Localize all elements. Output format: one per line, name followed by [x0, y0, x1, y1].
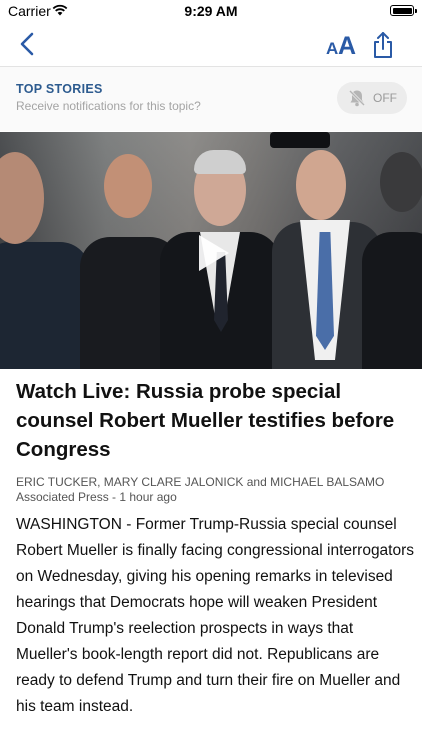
person-hair [194, 150, 246, 174]
text-size-small-icon: A [326, 39, 339, 58]
person-head [104, 154, 152, 218]
topic-title: TOP STORIES [16, 82, 103, 96]
battery-icon [390, 5, 417, 16]
notification-toggle[interactable]: OFF [337, 82, 407, 114]
person-head [296, 150, 346, 220]
article-body: WASHINGTON - Former Trump-Russia special… [16, 516, 415, 715]
article-video[interactable] [0, 132, 422, 369]
article-source-time: Associated Press - 1 hour ago [16, 490, 177, 504]
share-icon[interactable] [371, 30, 395, 60]
nav-bar: A A [0, 24, 422, 67]
back-chevron-icon[interactable] [14, 30, 42, 58]
article-authors: ERIC TUCKER, MARY CLARE JALONICK and MIC… [16, 475, 385, 489]
officer-cap [270, 132, 330, 148]
person-figure [0, 242, 90, 369]
bell-off-icon [348, 89, 366, 107]
text-size-large-icon: A [338, 32, 357, 60]
topic-notification-row: TOP STORIES Receive notifications for th… [0, 67, 422, 131]
article-byline: ERIC TUCKER, MARY CLARE JALONICK and MIC… [16, 475, 416, 505]
person-figure [362, 232, 422, 369]
article-headline: Watch Live: Russia probe special counsel… [16, 380, 395, 461]
topic-subtitle: Receive notifications for this topic? [16, 99, 201, 113]
person-head [380, 152, 422, 212]
clock: 9:29 AM [184, 3, 238, 19]
play-icon[interactable] [193, 233, 233, 273]
toggle-label: OFF [373, 91, 397, 105]
status-bar: Carrier 9:29 AM [0, 0, 422, 24]
